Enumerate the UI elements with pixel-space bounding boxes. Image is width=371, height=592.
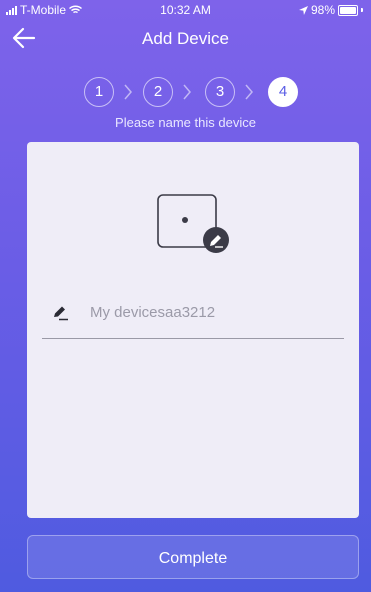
device-name-card: My devicesaa3212 xyxy=(27,142,359,518)
device-name-input[interactable]: My devicesaa3212 xyxy=(90,304,215,321)
step-subtitle: Please name this device xyxy=(115,115,256,130)
step-2: 2 xyxy=(143,77,173,107)
location-arrow-icon xyxy=(298,5,308,15)
step-4: 4 xyxy=(268,77,298,107)
chevron-right-icon xyxy=(245,84,253,100)
page-title: Add Device xyxy=(142,29,229,48)
battery-icon xyxy=(338,4,358,16)
battery-cap xyxy=(361,8,363,12)
nav-bar: Add Device xyxy=(0,22,371,58)
chevron-right-icon xyxy=(124,84,132,100)
complete-button[interactable]: Complete xyxy=(27,535,359,579)
status-right: 98% xyxy=(298,3,363,17)
device-name-field[interactable]: My devicesaa3212 xyxy=(42,292,344,339)
battery-percent: 98% xyxy=(310,3,335,17)
chevron-right-icon xyxy=(183,84,191,100)
step-indicator: 1 2 3 4 xyxy=(0,77,371,107)
pen-icon xyxy=(54,306,68,321)
device-edit-icon xyxy=(157,194,229,253)
step-3: 3 xyxy=(205,77,235,107)
step-1: 1 xyxy=(84,77,114,107)
status-bar: T-Mobile 10:32 AM 98% xyxy=(0,0,371,20)
